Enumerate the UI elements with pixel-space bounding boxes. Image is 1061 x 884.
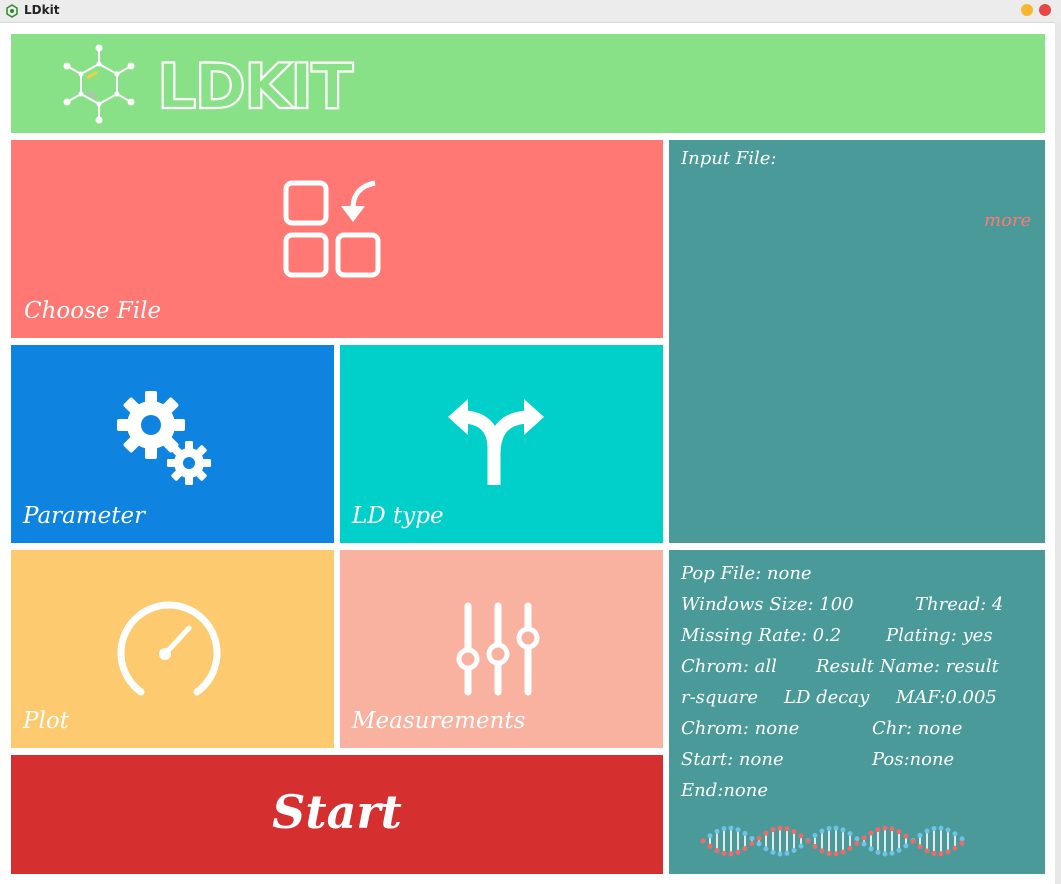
- svg-text:LDKIT: LDKIT: [157, 56, 353, 116]
- chrom-all-value: Chrom: all: [681, 656, 777, 677]
- title-bar: LDkit: [0, 0, 1061, 23]
- chrom-none-value: Chrom: none: [681, 718, 800, 739]
- ldkit-logo-text: LDKIT: [157, 56, 356, 116]
- r-square-value: r-square: [681, 687, 759, 708]
- settings-summary-panel: Pop File: none Windows Size: 100 Thread:…: [669, 550, 1045, 874]
- close-button[interactable]: [1039, 4, 1051, 16]
- choose-file-tile[interactable]: Choose File: [11, 140, 663, 338]
- input-file-label: Input File:: [681, 148, 777, 169]
- pop-file-value: Pop File: none: [681, 563, 812, 584]
- start-label: Start: [272, 785, 402, 839]
- measurements-tile[interactable]: Measurements: [340, 550, 663, 748]
- missing-rate-value: Missing Rate: 0.2: [681, 625, 842, 646]
- parameter-tile[interactable]: Parameter: [11, 345, 334, 543]
- input-file-panel: Input File: more: [669, 140, 1045, 543]
- parameter-label: Parameter: [23, 503, 146, 529]
- gauge-icon: [117, 601, 221, 696]
- gears-icon: [117, 391, 211, 485]
- dna-strand-icon: [700, 825, 965, 857]
- minimize-button[interactable]: [1021, 4, 1033, 16]
- ld-type-tile[interactable]: LD type: [340, 345, 663, 543]
- end-value: End:none: [681, 780, 768, 801]
- header-banner: LDKIT: [11, 34, 1045, 133]
- thread-value: Thread: 4: [915, 594, 1004, 615]
- start-button[interactable]: Start: [11, 755, 663, 874]
- chr-value: Chr: none: [872, 718, 963, 739]
- more-link[interactable]: more: [984, 210, 1031, 231]
- window-frame-edge: [1055, 22, 1061, 884]
- maf-value: MAF:0.005: [896, 687, 997, 708]
- plot-tile[interactable]: Plot: [11, 550, 334, 748]
- app-logo-icon: [6, 4, 18, 18]
- apps-grid-arrow-icon: [283, 180, 381, 278]
- windows-size-value: Windows Size: 100: [681, 594, 854, 615]
- start-value: Start: none: [681, 749, 784, 770]
- plating-value: Plating: yes: [886, 625, 993, 646]
- molecule-icon: [63, 44, 135, 124]
- pos-value: Pos:none: [872, 749, 955, 770]
- fork-arrow-icon: [448, 399, 544, 485]
- choose-file-label: Choose File: [24, 298, 162, 324]
- window-title: LDkit: [24, 3, 60, 17]
- ld-decay-value: LD decay: [784, 687, 870, 708]
- sliders-icon: [456, 602, 540, 696]
- ld-type-label: LD type: [352, 503, 444, 529]
- plot-label: Plot: [23, 708, 69, 734]
- result-name-value: Result Name: result: [816, 656, 999, 677]
- measurements-label: Measurements: [352, 708, 526, 734]
